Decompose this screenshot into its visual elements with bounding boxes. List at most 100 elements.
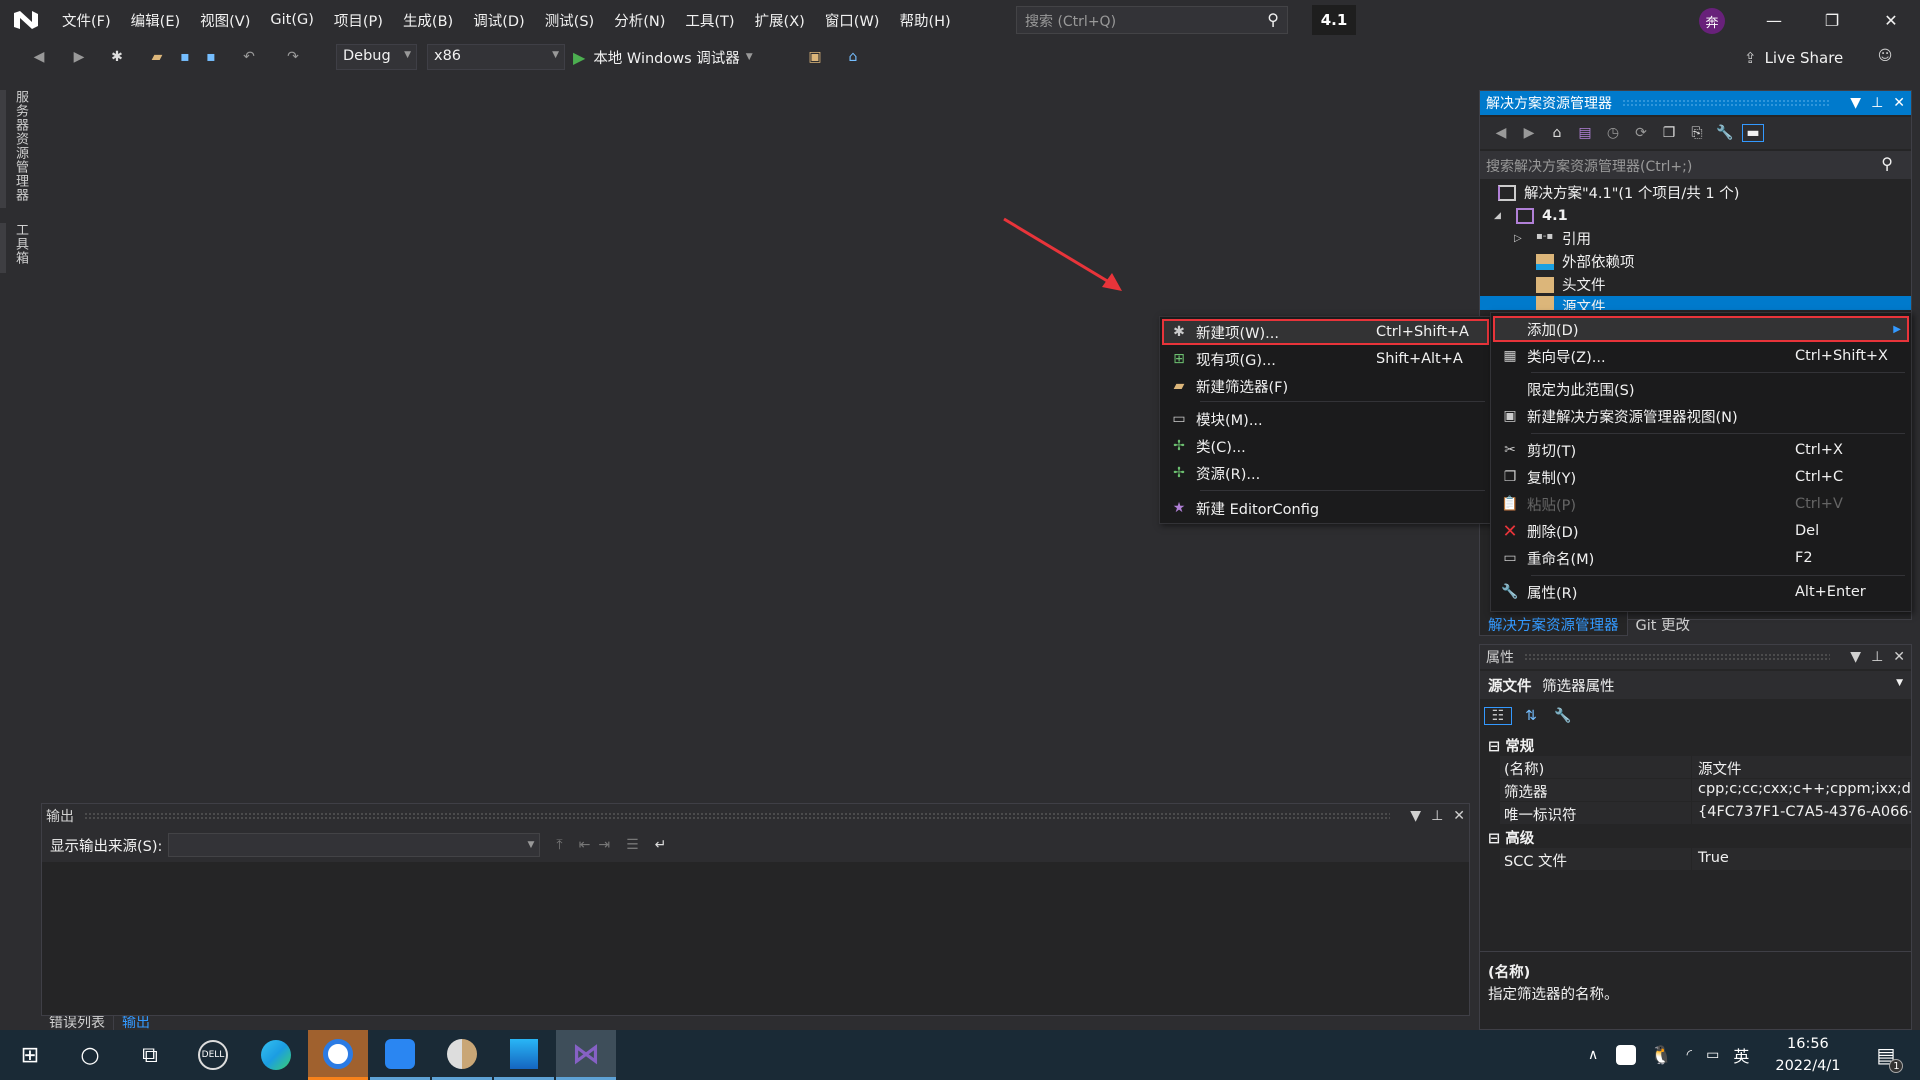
menu-item-cut[interactable]: ✂ 剪切(T) Ctrl+X: [1493, 437, 1909, 463]
menu-help[interactable]: 帮助(H): [889, 10, 960, 31]
next-message-icon[interactable]: ⇥: [598, 837, 610, 853]
menu-git[interactable]: Git(G): [260, 12, 324, 28]
qq-icon[interactable]: 🐧: [1650, 1045, 1672, 1066]
switch-views-icon[interactable]: ▤: [1574, 125, 1596, 141]
configuration-select[interactable]: Debug ▼: [336, 44, 417, 70]
menu-item-new-filter[interactable]: ▰ 新建筛选器(F): [1162, 373, 1489, 399]
panel-menu-icon[interactable]: ▼: [1850, 649, 1861, 665]
undo-icon[interactable]: ↶: [238, 47, 260, 67]
tab-git-changes[interactable]: Git 更改: [1628, 612, 1699, 636]
server-explorer-tab[interactable]: 服务器资源管理器: [8, 90, 30, 208]
menu-view[interactable]: 视图(V): [190, 10, 260, 31]
category-advanced[interactable]: ⊟ 高级: [1480, 825, 1911, 848]
properties-wrench-icon[interactable]: 🔧: [1714, 125, 1736, 141]
menu-debug[interactable]: 调试(D): [463, 10, 534, 31]
pin-icon[interactable]: ⊥: [1871, 649, 1883, 665]
menu-test[interactable]: 测试(S): [535, 10, 605, 31]
collapse-all-icon[interactable]: ❐: [1658, 125, 1680, 141]
find-message-in-code-icon[interactable]: ⤒: [556, 837, 562, 853]
property-value[interactable]: 源文件: [1692, 756, 1911, 778]
expanded-arrow-icon[interactable]: ◢: [1494, 211, 1516, 221]
restore-button[interactable]: ❐: [1803, 0, 1861, 40]
previous-message-icon[interactable]: ⇤: [579, 837, 591, 853]
clock[interactable]: 16:56 2022/4/1: [1775, 1033, 1840, 1077]
property-row[interactable]: 筛选器 cpp;c;cc;cxx;c++;cppm;ixx;def: [1500, 779, 1911, 802]
browser-link-icon[interactable]: ⌂: [842, 47, 864, 67]
tree-item-external-deps[interactable]: 外部依赖项: [1480, 250, 1911, 273]
panel-menu-icon[interactable]: ▼: [1410, 808, 1421, 824]
close-icon[interactable]: ✕: [1453, 808, 1465, 824]
clear-all-icon[interactable]: ☰: [626, 837, 639, 853]
app-pinned-active[interactable]: [308, 1030, 368, 1080]
quick-search-input[interactable]: 搜索 (Ctrl+Q) ⚲: [1016, 6, 1288, 34]
menu-item-scope-to-this[interactable]: 限定为此范围(S): [1493, 376, 1909, 402]
menu-item-add[interactable]: 添加(D) ▶: [1493, 316, 1909, 342]
back-icon[interactable]: ◀: [1490, 125, 1512, 141]
panel-drag-grip[interactable]: [1524, 653, 1831, 661]
menu-item-module[interactable]: ▭ 模块(M)...: [1162, 406, 1489, 432]
minimize-button[interactable]: —: [1745, 0, 1803, 40]
solution-explorer-search-input[interactable]: 搜索解决方案资源管理器(Ctrl+;) ⚲: [1480, 151, 1911, 179]
menu-extensions[interactable]: 扩展(X): [745, 10, 815, 31]
output-source-select[interactable]: ▼: [168, 833, 541, 857]
collapsed-arrow-icon[interactable]: ▷: [1514, 233, 1536, 244]
menu-item-new-item[interactable]: ✱ 新建项(W)... Ctrl+Shift+A: [1162, 319, 1489, 345]
collapse-icon[interactable]: ⊟: [1488, 831, 1500, 847]
platform-select[interactable]: x86 ▼: [427, 44, 565, 70]
home-icon[interactable]: ⌂: [1546, 125, 1568, 141]
menu-item-properties[interactable]: 🔧 属性(R) Alt+Enter: [1493, 579, 1909, 605]
menu-tools[interactable]: 工具(T): [675, 10, 744, 31]
visual-studio-app[interactable]: ⋈: [556, 1030, 616, 1080]
category-general[interactable]: ⊟ 常规: [1480, 733, 1911, 756]
close-icon[interactable]: ✕: [1893, 649, 1905, 665]
toolbox-tab[interactable]: 工具箱: [8, 223, 30, 273]
pin-icon[interactable]: ⊥: [1871, 95, 1883, 111]
feedback-icon[interactable]: ☺: [1874, 46, 1896, 66]
notes-app[interactable]: [370, 1030, 430, 1080]
save-all-icon[interactable]: ▪: [200, 47, 222, 67]
task-view-button[interactable]: ⧉: [120, 1030, 180, 1080]
menu-item-class[interactable]: ✢ 类(C)...: [1162, 433, 1489, 459]
menu-item-class-wizard[interactable]: ▦ 类向导(Z)... Ctrl+Shift+X: [1493, 343, 1909, 369]
pin-icon[interactable]: ⊥: [1431, 808, 1443, 824]
categorized-icon[interactable]: ☷: [1484, 707, 1512, 725]
menu-item-new-editorconfig[interactable]: ★ 新建 EditorConfig: [1162, 495, 1489, 521]
battery-icon[interactable]: ▭: [1706, 1047, 1719, 1063]
menu-edit[interactable]: 编辑(E): [121, 10, 190, 31]
close-icon[interactable]: ✕: [1893, 95, 1905, 111]
save-icon[interactable]: ▪: [174, 47, 196, 67]
property-row[interactable]: 唯一标识符 {4FC737F1-C7A5-4376-A066-2: [1500, 802, 1911, 825]
find-in-files-icon[interactable]: ▣: [804, 47, 826, 67]
menu-item-copy[interactable]: ❐ 复制(Y) Ctrl+C: [1493, 464, 1909, 490]
properties-object-select[interactable]: 源文件 筛选器属性 ▼: [1480, 671, 1911, 699]
open-folder-icon[interactable]: ▰: [146, 47, 168, 67]
new-project-icon[interactable]: ✱: [106, 47, 128, 67]
tree-item-solution[interactable]: 解决方案"4.1"(1 个项目/共 1 个): [1480, 181, 1911, 204]
start-button[interactable]: ⊞: [0, 1030, 60, 1080]
edge-app[interactable]: [246, 1030, 306, 1080]
menu-item-rename[interactable]: ▭ 重命名(M) F2: [1493, 545, 1909, 571]
word-wrap-icon[interactable]: ↵: [655, 837, 667, 853]
avatar[interactable]: 奔: [1699, 8, 1725, 34]
menu-item-delete[interactable]: ✕ 删除(D) Del: [1493, 518, 1909, 544]
image-app[interactable]: [432, 1030, 492, 1080]
property-value[interactable]: cpp;c;cc;cxx;c++;cppm;ixx;def: [1692, 779, 1911, 801]
redo-icon[interactable]: ↷: [282, 47, 304, 67]
panel-menu-icon[interactable]: ▼: [1850, 95, 1861, 111]
tree-item-references[interactable]: ▷ ▪-▪ 引用: [1480, 227, 1911, 250]
search-button[interactable]: ○: [60, 1030, 120, 1080]
show-all-files-icon[interactable]: ⎘: [1686, 125, 1708, 141]
menu-project[interactable]: 项目(P): [324, 10, 393, 31]
forward-icon[interactable]: ▶: [68, 47, 90, 67]
ime-indicator[interactable]: 英: [1733, 1043, 1749, 1067]
property-pages-icon[interactable]: 🔧: [1550, 708, 1576, 724]
menu-item-new-view[interactable]: ▣ 新建解决方案资源管理器视图(N): [1493, 403, 1909, 429]
tree-item-project[interactable]: ◢ 4.1: [1480, 204, 1911, 227]
collapse-icon[interactable]: ⊟: [1488, 739, 1500, 755]
property-value[interactable]: {4FC737F1-C7A5-4376-A066-2: [1692, 802, 1911, 824]
menu-item-resource[interactable]: ✢ 资源(R)...: [1162, 460, 1489, 486]
property-row[interactable]: SCC 文件 True: [1500, 848, 1911, 871]
back-icon[interactable]: ◀: [28, 47, 50, 67]
start-debug-button[interactable]: ▶ 本地 Windows 调试器 ▼: [573, 44, 753, 70]
menu-item-existing-item[interactable]: ⊞ 现有项(G)... Shift+Alt+A: [1162, 346, 1489, 372]
